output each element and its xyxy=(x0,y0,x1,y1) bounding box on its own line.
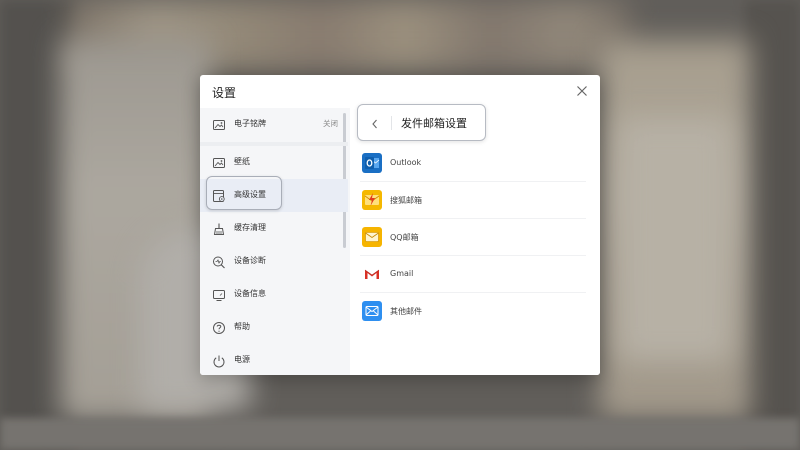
sidebar-item-device-diagnosis[interactable]: 设备诊断 xyxy=(200,245,348,278)
content-panel: 发件邮箱设置 Outlook 搜狐邮箱 QQ邮箱 Gmail 其他邮件 xyxy=(350,104,600,375)
settings-dialog: 设置 电子铭牌 关闭 壁纸 高级设置 缓存清理 设备诊断 设备信息 帮助 电源 … xyxy=(200,75,600,375)
sidebar-item-label: 设备诊断 xyxy=(234,256,266,265)
help-icon xyxy=(212,320,226,334)
sidebar-item-power[interactable]: 电源 xyxy=(200,344,348,375)
monitor-icon xyxy=(212,287,226,301)
settings-sidebar: 电子铭牌 关闭 壁纸 高级设置 缓存清理 设备诊断 设备信息 帮助 电源 xyxy=(200,108,350,375)
chevron-left-icon[interactable] xyxy=(368,116,382,130)
mail-provider-sohu[interactable]: 搜狐邮箱 xyxy=(360,182,586,219)
qq-mail-icon xyxy=(362,227,382,247)
sidebar-item-label: 壁纸 xyxy=(234,157,250,166)
dialog-title: 设置 xyxy=(212,86,237,100)
outlook-icon xyxy=(362,153,382,173)
sidebar-item-label: 电子铭牌 xyxy=(234,119,266,128)
sub-page-title: 发件邮箱设置 xyxy=(401,117,467,130)
sidebar-item-help[interactable]: 帮助 xyxy=(200,311,348,344)
mail-provider-label: Gmail xyxy=(390,269,414,278)
nameplate-icon xyxy=(212,117,226,131)
broom-icon xyxy=(212,221,226,235)
sidebar-item-label: 设备信息 xyxy=(234,289,266,298)
sidebar-item-label: 缓存清理 xyxy=(234,223,266,232)
wallpaper-icon xyxy=(212,155,226,169)
sidebar-item-label: 帮助 xyxy=(234,322,250,331)
power-icon xyxy=(212,353,226,368)
mail-provider-label: 搜狐邮箱 xyxy=(390,196,422,205)
sohu-mail-icon xyxy=(362,190,382,210)
mail-provider-outlook[interactable]: Outlook xyxy=(360,145,586,182)
sub-page-header: 发件邮箱设置 xyxy=(357,104,486,141)
nameplate-status: 关闭 xyxy=(323,119,338,128)
mail-provider-other[interactable]: 其他邮件 xyxy=(360,293,586,330)
sidebar-item-label: 电源 xyxy=(234,355,250,364)
close-icon[interactable] xyxy=(574,83,590,99)
mail-provider-label: Outlook xyxy=(390,158,422,167)
gmail-icon xyxy=(362,264,382,284)
mail-provider-label: QQ邮箱 xyxy=(390,233,419,242)
sidebar-item-device-info[interactable]: 设备信息 xyxy=(200,278,348,311)
envelope-icon xyxy=(362,301,382,321)
sidebar-item-cache-cleanup[interactable]: 缓存清理 xyxy=(200,212,348,245)
mail-provider-qq[interactable]: QQ邮箱 xyxy=(360,219,586,256)
mail-provider-label: 其他邮件 xyxy=(390,307,422,316)
advanced-settings-highlight xyxy=(206,176,282,210)
header-divider xyxy=(391,116,392,130)
mail-provider-gmail[interactable]: Gmail xyxy=(360,256,586,293)
diagnostic-icon xyxy=(212,254,226,269)
sidebar-item-wallpaper[interactable]: 壁纸 xyxy=(200,146,348,179)
sidebar-item-nameplate[interactable]: 电子铭牌 关闭 xyxy=(200,108,348,141)
